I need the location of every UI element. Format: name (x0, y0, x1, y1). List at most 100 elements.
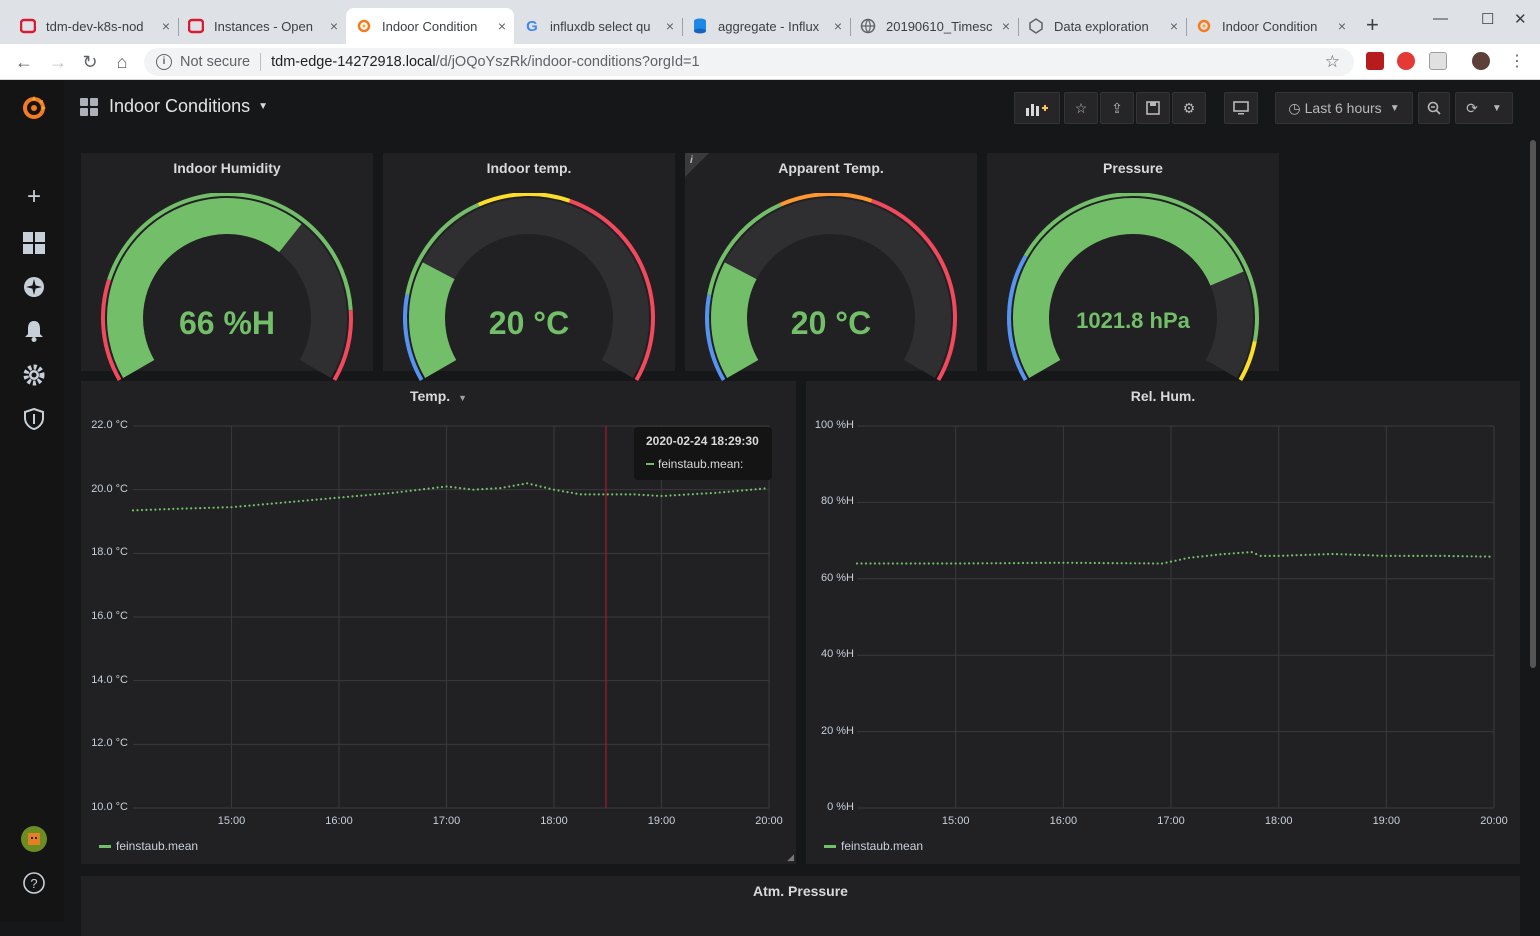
data-point (1017, 562, 1020, 565)
data-point (163, 508, 166, 511)
browser-tab[interactable]: Indoor Condition × (346, 8, 514, 44)
new-tab-button[interactable]: + (1366, 12, 1379, 38)
tab-close-icon[interactable]: × (834, 18, 842, 34)
bookmark-star-icon[interactable]: ☆ (1325, 52, 1340, 72)
browser-menu-icon[interactable]: ⋮ (1505, 50, 1529, 74)
grafana-logo-icon[interactable] (20, 94, 48, 122)
data-point (1102, 562, 1105, 565)
chevron-down-icon: ▼ (258, 101, 268, 112)
humidity-plot-area[interactable] (806, 381, 1520, 864)
data-point (302, 499, 305, 502)
gauge-panel[interactable]: i Apparent Temp. 20 °C (685, 153, 977, 381)
panel-title[interactable]: Pressure (987, 160, 1279, 176)
gauge-value-fill (107, 198, 302, 378)
extension-icon[interactable] (1397, 52, 1415, 70)
data-point (445, 485, 448, 488)
address-bar[interactable]: i Not secure tdm-edge-14272918.local/d/j… (144, 48, 1354, 76)
browser-tab[interactable]: Instances - Open × (178, 8, 346, 44)
legend-item[interactable]: feinstaub.mean (824, 839, 923, 853)
data-point (602, 493, 605, 496)
gauge-panel[interactable]: Indoor temp. 20 °C (383, 153, 675, 381)
forward-icon[interactable]: → (46, 50, 70, 74)
svg-text:?: ? (30, 876, 37, 891)
tab-close-icon[interactable]: × (1170, 18, 1178, 34)
browser-tab[interactable]: tdm-dev-k8s-nod × (10, 8, 178, 44)
legend-label: feinstaub.mean (116, 839, 199, 853)
reload-icon[interactable]: ↻ (78, 50, 102, 74)
save-icon[interactable] (1136, 92, 1170, 124)
panel-title[interactable]: Indoor Humidity (81, 160, 373, 176)
data-point (423, 488, 426, 491)
tab-separator (1186, 18, 1187, 36)
resize-handle-icon[interactable]: ◢ (787, 852, 794, 863)
data-point (409, 489, 412, 492)
dashboard-title: Indoor Conditions (109, 96, 251, 116)
legend-item[interactable]: feinstaub.mean (99, 839, 198, 853)
ublock-extension-icon[interactable] (1366, 52, 1384, 70)
data-point (382, 492, 385, 495)
dashboards-icon[interactable] (20, 229, 48, 257)
configuration-gear-icon[interactable] (20, 361, 48, 389)
alerting-bell-icon[interactable] (20, 317, 48, 345)
data-point (1223, 552, 1226, 556)
gauge-value: 20 °C (790, 305, 872, 341)
gauge-panel[interactable]: Pressure 1021.8 hPa (987, 153, 1279, 381)
panel-title[interactable]: Indoor temp. (383, 160, 675, 176)
add-panel-button[interactable] (1014, 92, 1060, 124)
data-point (1089, 561, 1092, 565)
humidity-graph-panel[interactable]: Rel. Hum. 100 %H 80 %H 60 %H 40 %H 20 %H 0 %H… (806, 381, 1520, 864)
share-icon[interactable]: ⇪ (1100, 92, 1134, 124)
data-point (638, 493, 641, 496)
refresh-button[interactable]: ⟳ ▼ (1455, 92, 1513, 124)
data-point (481, 488, 484, 491)
browser-tab[interactable]: Indoor Condition × (1186, 8, 1354, 44)
tab-close-icon[interactable]: × (498, 18, 506, 34)
gauge-panel[interactable]: Indoor Humidity 66 %H (81, 153, 373, 381)
data-point (709, 492, 712, 495)
data-point (427, 487, 430, 490)
info-icon[interactable]: i (156, 54, 172, 70)
create-plus-icon[interactable]: + (20, 183, 48, 211)
window-close-icon[interactable]: ✕ (1514, 10, 1527, 28)
data-point (864, 562, 868, 565)
zoom-out-icon[interactable] (1418, 92, 1450, 124)
tab-close-icon[interactable]: × (162, 18, 170, 34)
browser-tab[interactable]: Ginfluxdb select qu × (514, 8, 682, 44)
data-point (1407, 554, 1410, 557)
tab-close-icon[interactable]: × (666, 18, 674, 34)
time-range-picker[interactable]: ◷ Last 6 hours ▼ (1275, 92, 1413, 124)
minimize-icon[interactable]: — (1433, 10, 1448, 27)
data-point (1021, 561, 1025, 565)
help-icon[interactable]: ? (20, 869, 48, 897)
data-point (1246, 551, 1249, 554)
data-point (1398, 554, 1401, 557)
profile-avatar[interactable] (1472, 52, 1490, 70)
panel-title[interactable]: Atm. Pressure (81, 883, 1520, 899)
explore-compass-icon[interactable] (20, 273, 48, 301)
back-icon[interactable]: ← (12, 50, 36, 74)
pressure-graph-panel[interactable]: Atm. Pressure (81, 876, 1520, 936)
browser-tab[interactable]: aggregate - Influx × (682, 8, 850, 44)
data-point (199, 507, 202, 510)
star-dashboard-icon[interactable]: ☆ (1064, 92, 1098, 124)
browser-tab[interactable]: 20190610_Timesc × (850, 8, 1018, 44)
panel-title[interactable]: Apparent Temp. (685, 160, 977, 176)
document-extension-icon[interactable] (1429, 52, 1447, 70)
user-avatar[interactable] (20, 825, 48, 853)
browser-tab[interactable]: Data exploration × (1018, 8, 1186, 44)
data-point (995, 562, 998, 565)
data-point (521, 483, 524, 486)
maximize-icon[interactable]: ☐ (1481, 10, 1494, 28)
data-point (696, 492, 699, 495)
settings-gear-icon[interactable]: ⚙ (1172, 92, 1206, 124)
tab-close-icon[interactable]: × (1338, 18, 1346, 34)
page-scrollbar[interactable] (1530, 140, 1536, 668)
data-point (387, 492, 390, 495)
home-icon[interactable]: ⌂ (110, 50, 134, 74)
dashboard-title-picker[interactable]: Indoor Conditions ▼ (80, 96, 268, 117)
data-point (1376, 554, 1379, 557)
tv-mode-icon[interactable] (1224, 92, 1258, 124)
server-admin-shield-icon[interactable] (20, 405, 48, 433)
tab-close-icon[interactable]: × (1002, 18, 1010, 34)
tab-close-icon[interactable]: × (330, 18, 338, 34)
